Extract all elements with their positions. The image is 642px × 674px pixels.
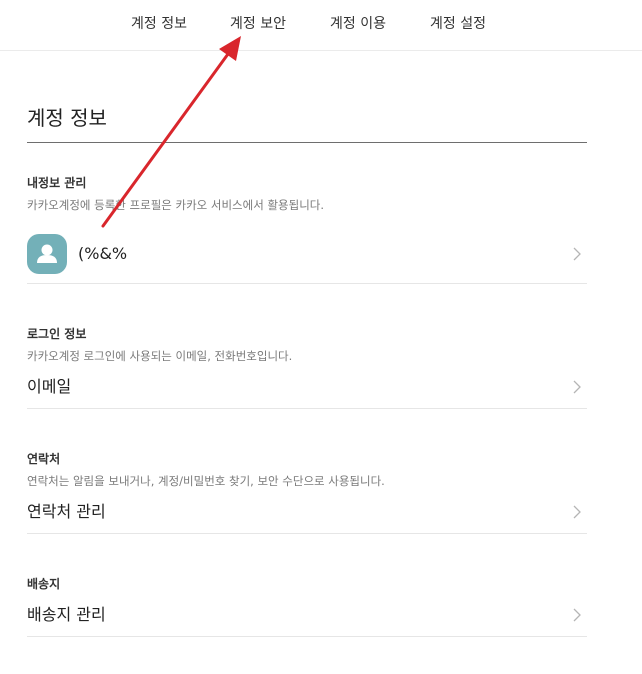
chevron-right-icon <box>573 247 581 261</box>
user-silhouette-icon <box>37 244 57 263</box>
email-row[interactable]: 이메일 <box>27 370 587 409</box>
tab-account-usage[interactable]: 계정 이용 <box>330 15 386 33</box>
chevron-right-icon <box>573 608 581 622</box>
profile-section-heading: 내정보 관리 <box>27 176 87 190</box>
chevron-right-icon <box>573 505 581 519</box>
contact-section-description: 연락처는 알림을 보내거나, 계정/비밀번호 찾기, 보안 수단으로 사용됩니다… <box>27 474 385 488</box>
email-row-label: 이메일 <box>27 377 72 396</box>
tab-account-info[interactable]: 계정 정보 <box>131 15 187 33</box>
chevron-right-icon <box>573 380 581 394</box>
profile-row[interactable]: (%&% <box>27 228 587 284</box>
contact-manage-label: 연락처 관리 <box>27 502 106 521</box>
shipping-manage-row[interactable]: 배송지 관리 <box>27 598 587 637</box>
login-section-description: 카카오계정 로그인에 사용되는 이메일, 전화번호입니다. <box>27 349 293 363</box>
shipping-manage-label: 배송지 관리 <box>27 605 106 624</box>
annotation-arrow <box>101 36 241 228</box>
tab-account-settings[interactable]: 계정 설정 <box>430 15 486 33</box>
page-title: 계정 정보 <box>27 106 107 130</box>
profile-section-description: 카카오계정에 등록한 프로필은 카카오 서비스에서 활용됩니다. <box>27 198 325 212</box>
tab-account-security[interactable]: 계정 보안 <box>230 15 286 33</box>
profile-name: (%&% <box>78 244 128 263</box>
top-navigation: 계정 정보 계정 보안 계정 이용 계정 설정 <box>0 0 642 51</box>
title-divider <box>27 142 587 143</box>
login-section-heading: 로그인 정보 <box>27 327 87 341</box>
shipping-section-heading: 배송지 <box>27 577 61 591</box>
contact-section-heading: 연락처 <box>27 452 61 466</box>
avatar <box>27 234 67 274</box>
contact-manage-row[interactable]: 연락처 관리 <box>27 495 587 534</box>
